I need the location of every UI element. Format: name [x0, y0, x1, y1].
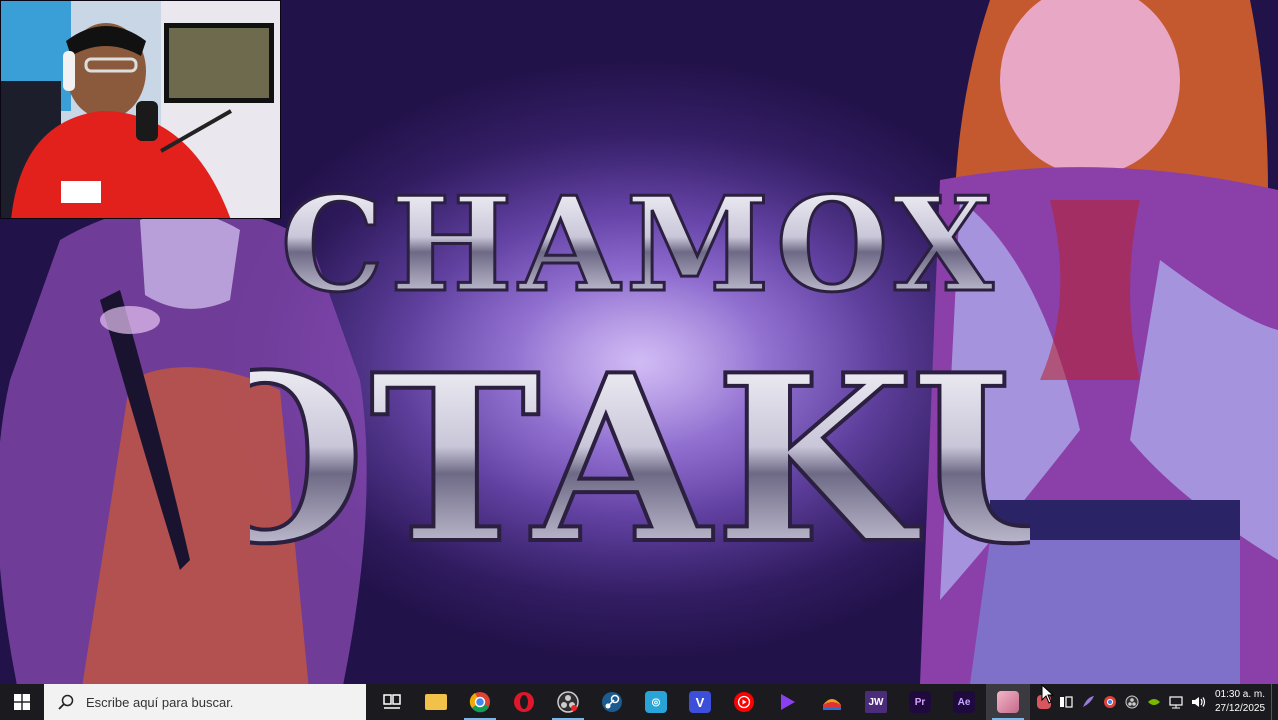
app-purple-icon — [781, 694, 795, 710]
obs-icon — [557, 691, 579, 713]
show-desktop-button[interactable] — [1271, 684, 1278, 720]
tray-app-icon-4[interactable] — [1099, 684, 1121, 720]
taskbar-youtube-music[interactable] — [722, 684, 766, 720]
tray-obs-icon — [1125, 695, 1139, 709]
opera-icon — [514, 692, 534, 712]
task-view-button[interactable] — [370, 684, 414, 720]
taskbar-apps: ◎ V JW Pr Ae — [370, 684, 1030, 720]
tray-volume[interactable] — [1187, 684, 1209, 720]
taskbar-image-viewer[interactable] — [986, 684, 1030, 720]
windows-logo-icon — [14, 694, 30, 710]
tray-nvidia-icon — [1148, 699, 1160, 705]
start-button[interactable] — [0, 684, 44, 720]
tray-chrome-icon — [1104, 696, 1116, 708]
folder-icon — [425, 694, 447, 710]
desktop-wallpaper: CHAMOX OTAKU — [0, 0, 1278, 684]
taskbar-vegas[interactable]: V — [678, 684, 722, 720]
taskbar-app-purple[interactable] — [766, 684, 810, 720]
speaker-icon — [1192, 697, 1206, 707]
tray-app-icon-3[interactable] — [1077, 684, 1099, 720]
app-blue-icon: ◎ — [645, 691, 667, 713]
taskbar-app-blue[interactable]: ◎ — [634, 684, 678, 720]
taskbar-file-explorer[interactable] — [414, 684, 458, 720]
search-placeholder: Escribe aquí para buscar. — [86, 694, 234, 710]
search-icon — [58, 694, 74, 710]
after-effects-icon: Ae — [953, 691, 975, 713]
clock-date: 27/12/2025 — [1214, 703, 1266, 714]
tray-panel-icon — [1060, 696, 1073, 708]
clock-time: 01:30 a. m. — [1214, 689, 1266, 700]
tray-app-icon-2[interactable] — [1055, 684, 1077, 720]
taskbar-clock[interactable]: 01:30 a. m. 27/12/2025 — [1209, 684, 1271, 720]
task-view-icon — [383, 694, 401, 709]
youtube-music-icon — [734, 692, 754, 712]
premiere-icon: Pr — [909, 691, 931, 713]
image-viewer-icon — [997, 691, 1019, 713]
wallpaper-title-graphic: CHAMOX OTAKU — [250, 167, 1030, 591]
taskbar: Escribe aquí para buscar. ◎ V JW Pr Ae 0… — [0, 684, 1278, 720]
vegas-icon: V — [689, 691, 711, 713]
chrome-icon — [469, 692, 490, 713]
webcam-overlay — [0, 0, 281, 219]
mouse-cursor-icon — [1041, 684, 1055, 704]
taskbar-jw[interactable]: JW — [854, 684, 898, 720]
steam-icon — [602, 692, 622, 712]
network-icon — [1169, 696, 1183, 709]
taskbar-search-box[interactable]: Escribe aquí para buscar. — [44, 684, 366, 720]
title-line-1: CHAMOX — [281, 168, 1000, 321]
tray-app-icon-6[interactable] — [1143, 684, 1165, 720]
tray-network[interactable] — [1165, 684, 1187, 720]
taskbar-premiere[interactable]: Pr — [898, 684, 942, 720]
taskbar-opera[interactable] — [502, 684, 546, 720]
taskbar-obs[interactable] — [546, 684, 590, 720]
taskbar-after-effects[interactable]: Ae — [942, 684, 986, 720]
jw-icon: JW — [865, 691, 887, 713]
taskbar-app-multicolor[interactable] — [810, 684, 854, 720]
system-tray: 01:30 a. m. 27/12/2025 — [1033, 684, 1278, 720]
tray-feather-icon — [1083, 696, 1094, 707]
app-multicolor-icon — [823, 699, 841, 710]
tray-app-icon-5[interactable] — [1121, 684, 1143, 720]
taskbar-steam[interactable] — [590, 684, 634, 720]
title-line-2: OTAKU — [250, 325, 1030, 590]
taskbar-chrome[interactable] — [458, 684, 502, 720]
